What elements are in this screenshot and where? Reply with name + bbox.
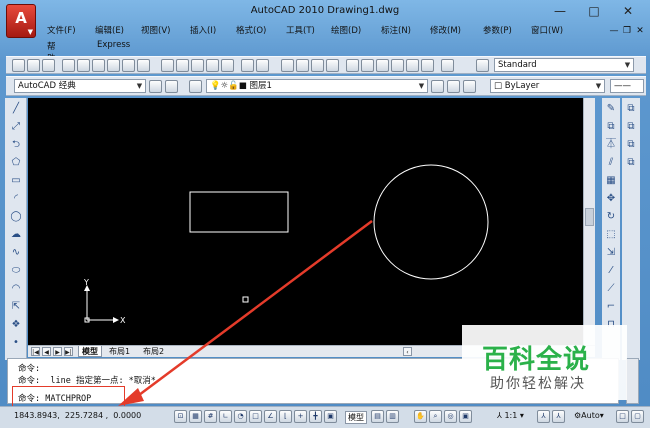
annotation-arrowhead <box>118 388 144 406</box>
autocad-window: AutoCAD 2010 Drawing1.dwg — □ ✕ A ▼ 文件(F… <box>0 0 650 428</box>
annotation-arrow <box>134 219 373 400</box>
watermark-subtitle: 助你轻松解决 <box>490 376 586 392</box>
watermark: 百科全说 助你轻松解决 <box>462 325 627 400</box>
watermark-title: 百科全说 <box>482 345 591 375</box>
